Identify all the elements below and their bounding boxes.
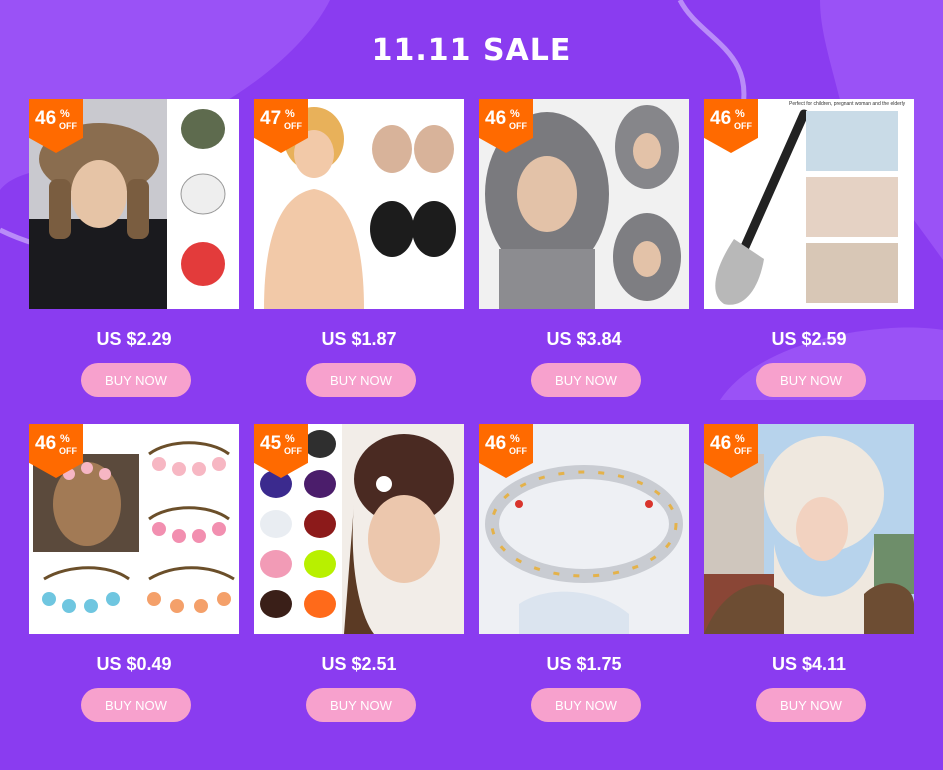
product-card[interactable]: 46 % OFF US $3.84 BUY NOW xyxy=(479,99,689,399)
product-price: US $0.49 xyxy=(96,654,172,674)
buy-now-button[interactable]: BUY NOW xyxy=(531,363,641,397)
buy-now-button[interactable]: BUY NOW xyxy=(531,688,641,722)
product-card[interactable]: 46 % OFF US $1.75 BUY NOW xyxy=(479,424,689,724)
product-price: US $2.59 xyxy=(771,329,847,349)
sale-title: 11.11 SALE xyxy=(371,33,572,68)
product-price: US $2.51 xyxy=(321,654,397,674)
product-price: US $1.87 xyxy=(321,329,397,349)
product-card[interactable]: 47 % OFF US $1.87 BUY NOW xyxy=(254,99,464,399)
product-price: US $2.29 xyxy=(96,329,172,349)
product-card[interactable]: 46 % OFF US $4.11 BUY NOW xyxy=(704,424,914,724)
product-card[interactable]: 45 % OFF US $2.51 BUY NOW xyxy=(254,424,464,724)
product-caption: Perfect for children, pregnant woman and… xyxy=(789,101,906,107)
product-price: US $4.11 xyxy=(771,654,847,674)
product-price: US $3.84 xyxy=(546,329,622,349)
buy-now-button[interactable]: BUY NOW xyxy=(81,363,191,397)
buy-now-button[interactable]: BUY NOW xyxy=(81,688,191,722)
product-card[interactable]: 46 % OFF US $2.29 BUY NOW xyxy=(29,99,239,399)
buy-now-button[interactable]: BUY NOW xyxy=(756,688,866,722)
buy-now-button[interactable]: BUY NOW xyxy=(306,363,416,397)
product-grid: 46 % OFF US $2.29 BUY NOW 47 % OFF US $1… xyxy=(29,99,915,739)
buy-now-button[interactable]: BUY NOW xyxy=(306,688,416,722)
product-card[interactable]: Perfect for children, pregnant woman and… xyxy=(704,99,914,399)
product-card[interactable]: 46 % OFF US $0.49 BUY NOW xyxy=(29,424,239,724)
product-price: US $1.75 xyxy=(546,654,622,674)
buy-now-button[interactable]: BUY NOW xyxy=(756,363,866,397)
